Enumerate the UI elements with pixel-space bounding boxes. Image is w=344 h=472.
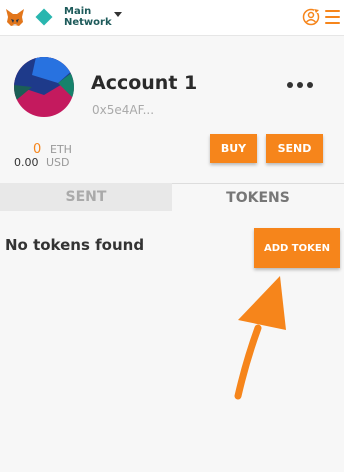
tab-tokens[interactable]: TOKENS [172, 183, 344, 211]
top-bar: Main Network [0, 0, 344, 36]
tab-sent[interactable]: SENT [0, 183, 172, 211]
eth-unit: ETH [50, 143, 72, 156]
chevron-down-icon[interactable] [114, 12, 122, 17]
send-button[interactable]: SEND [266, 134, 323, 163]
add-token-button[interactable]: ADD TOKEN [254, 228, 340, 268]
network-selector[interactable]: Main Network [64, 6, 124, 28]
no-tokens-message: No tokens found [5, 236, 145, 254]
avatar[interactable] [14, 57, 74, 117]
metamask-fox-icon[interactable] [4, 7, 26, 29]
account-sync-icon[interactable] [302, 8, 320, 26]
more-options-icon[interactable] [287, 80, 313, 90]
eth-balance: 0 [33, 142, 42, 157]
menu-icon[interactable] [325, 10, 340, 24]
usd-unit: USD [46, 156, 70, 169]
annotation-arrow [234, 276, 286, 400]
usd-balance: 0.00 [14, 156, 39, 169]
tab-bar: SENT TOKENS [0, 183, 344, 211]
account-name[interactable]: Account 1 [91, 72, 197, 94]
avatar-identicon [14, 57, 74, 117]
network-diamond-icon[interactable] [35, 8, 53, 26]
network-label-line2: Network [64, 17, 112, 28]
account-address[interactable]: 0x5e4AF... [92, 103, 154, 117]
buy-button[interactable]: BUY [210, 134, 257, 163]
